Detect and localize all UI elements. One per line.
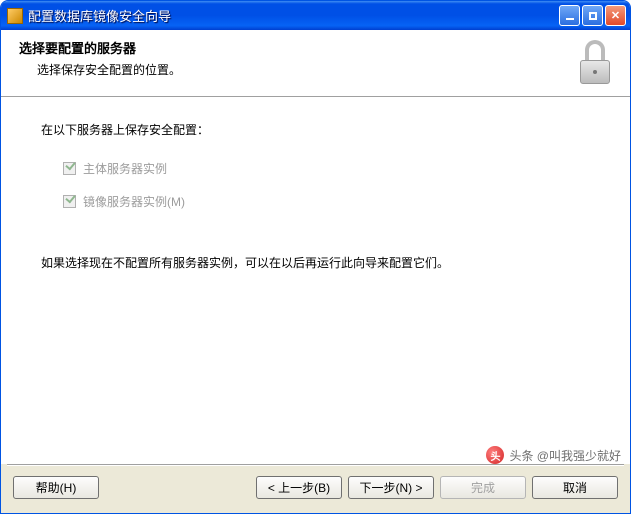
cancel-button[interactable]: 取消 (532, 476, 618, 499)
watermark: 头 头条 @叫我强少就好 (486, 446, 621, 464)
back-button[interactable]: < 上一步(B) (256, 476, 342, 499)
principal-server-label: 主体服务器实例 (83, 160, 167, 177)
title-bar[interactable]: 配置数据库镜像安全向导 ✕ (1, 1, 630, 30)
finish-button: 完成 (440, 476, 526, 499)
next-button[interactable]: 下一步(N) > (348, 476, 434, 499)
minimize-button[interactable] (559, 5, 580, 26)
help-button[interactable]: 帮助(H) (13, 476, 99, 499)
window-title: 配置数据库镜像安全向导 (28, 6, 559, 25)
maximize-button[interactable] (582, 5, 603, 26)
window-controls: ✕ (559, 5, 626, 26)
close-button[interactable]: ✕ (605, 5, 626, 26)
minimize-icon (566, 18, 574, 20)
note-text: 如果选择现在不配置所有服务器实例，可以在以后再运行此向导来配置它们。 (41, 254, 590, 273)
wizard-footer: 帮助(H) < 上一步(B) 下一步(N) > 完成 取消 (1, 466, 630, 513)
mirror-server-checkbox-row: 镜像服务器实例(M) (63, 193, 590, 210)
app-icon (7, 8, 23, 24)
wizard-header: 选择要配置的服务器 选择保存安全配置的位置。 (1, 30, 630, 97)
wizard-window: 配置数据库镜像安全向导 ✕ 选择要配置的服务器 选择保存安全配置的位置。 在以下… (0, 0, 631, 514)
maximize-icon (589, 12, 597, 20)
principal-server-checkbox (63, 162, 76, 175)
close-icon: ✕ (611, 9, 620, 22)
mirror-server-label: 镜像服务器实例(M) (83, 193, 185, 210)
watermark-logo-icon: 头 (486, 446, 504, 464)
watermark-text: 头条 @叫我强少就好 (509, 447, 621, 464)
lock-icon (574, 38, 618, 86)
instruction-text: 在以下服务器上保存安全配置： (41, 121, 590, 138)
principal-server-checkbox-row: 主体服务器实例 (63, 160, 590, 177)
header-title: 选择要配置的服务器 (19, 38, 574, 57)
header-text: 选择要配置的服务器 选择保存安全配置的位置。 (19, 38, 574, 86)
header-subtitle: 选择保存安全配置的位置。 (37, 61, 574, 78)
wizard-content: 在以下服务器上保存安全配置： 主体服务器实例 镜像服务器实例(M) 如果选择现在… (1, 97, 630, 464)
mirror-server-checkbox (63, 195, 76, 208)
